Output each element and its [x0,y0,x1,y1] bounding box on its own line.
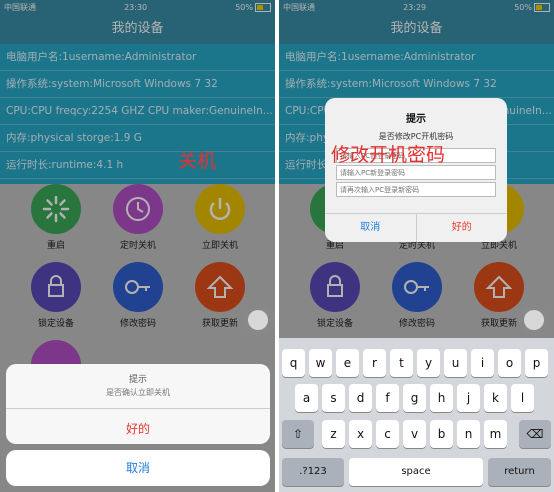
alert-cancel-button[interactable]: 取消 [325,214,417,242]
key-k[interactable]: k [484,384,507,412]
alert-title: 提示 [406,114,426,125]
key-a[interactable]: a [295,384,318,412]
key-b[interactable]: b [430,420,453,448]
confirm-password-input[interactable] [336,182,496,197]
key-d[interactable]: d [349,384,372,412]
key-p[interactable]: p [525,349,548,377]
key-o[interactable]: o [498,349,521,377]
action-sheet: 提示 是否确认立即关机 好的 [6,364,270,444]
shift-key[interactable]: ⇧ [282,420,314,448]
key-l[interactable]: l [511,384,534,412]
key-q[interactable]: q [282,349,305,377]
delete-key[interactable]: ⌫ [519,420,551,448]
key-c[interactable]: c [376,420,399,448]
change-password-alert: 提示 是否修改PC开机密码 取消 好的 [325,98,507,242]
key-s[interactable]: s [322,384,345,412]
assistive-touch-icon[interactable] [242,304,274,336]
annotation-change-password: 修改开机密码 [331,144,446,166]
key-n[interactable]: n [457,420,480,448]
new-password-input[interactable] [336,165,496,180]
left-phone-screen: 中国联通 23:30 50% 我的设备 电脑用户名:1username:Admi… [0,0,275,492]
action-sheet-message: 是否确认立即关机 [6,385,270,409]
key-v[interactable]: v [403,420,426,448]
right-phone-screen: 中国联通 23:29 50% 我的设备 电脑用户名:1username:Admi… [279,0,554,492]
key-i[interactable]: i [471,349,494,377]
alert-buttons: 取消 好的 [325,213,507,242]
key-w[interactable]: w [309,349,332,377]
key-u[interactable]: u [444,349,467,377]
key-h[interactable]: h [430,384,453,412]
key-r[interactable]: r [363,349,386,377]
key-g[interactable]: g [403,384,426,412]
annotation-shutdown: 关机 [178,150,217,172]
key-t[interactable]: t [390,349,413,377]
key-j[interactable]: j [457,384,480,412]
return-key[interactable]: return [488,458,551,486]
key-y[interactable]: y [417,349,440,377]
backspace-icon: ⌫ [526,427,544,441]
confirm-shutdown-button[interactable]: 好的 [6,409,270,444]
numbers-key[interactable]: .?123 [282,458,344,486]
space-key[interactable]: space [349,458,483,486]
key-f[interactable]: f [376,384,399,412]
action-sheet-title: 提示 [128,375,147,385]
key-x[interactable]: x [349,420,372,448]
key-e[interactable]: e [336,349,359,377]
shift-icon: ⇧ [292,427,304,441]
cancel-button[interactable]: 取消 [6,450,270,486]
key-z[interactable]: z [322,420,345,448]
alert-confirm-button[interactable]: 好的 [417,214,508,242]
keyboard: q w e r t y u i o p a s d f g h j k l ⇧ … [279,338,554,492]
key-m[interactable]: m [484,420,507,448]
assistive-touch-icon[interactable] [518,304,550,336]
